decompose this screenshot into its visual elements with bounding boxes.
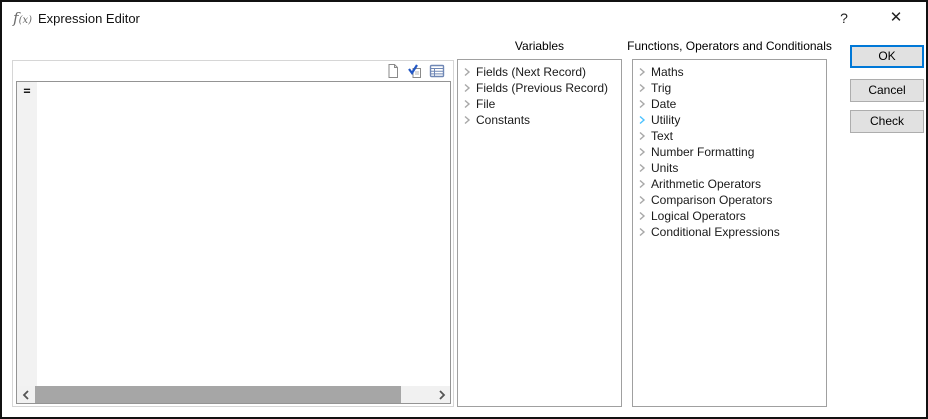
chevron-right-icon xyxy=(462,83,472,93)
chevron-right-icon xyxy=(637,195,647,205)
chevron-right-icon xyxy=(462,99,472,109)
tree-item-label: Text xyxy=(651,129,673,143)
functions-list: Maths Trig Date Utility Text Number Form… xyxy=(632,59,827,407)
tree-item-constants[interactable]: Constants xyxy=(458,112,621,128)
tree-item-file[interactable]: File xyxy=(458,96,621,112)
chevron-right-icon xyxy=(637,67,647,77)
horizontal-scrollbar[interactable] xyxy=(17,386,450,403)
expression-panel: = =if ([Lithology]="DD" & ([Pb_ppm]>60 |… xyxy=(12,60,454,407)
chevron-right-icon xyxy=(637,227,647,237)
variables-label: Variables xyxy=(457,39,622,53)
tree-item-comparison-operators[interactable]: Comparison Operators xyxy=(633,192,826,208)
tree-item-utility[interactable]: Utility xyxy=(633,112,826,128)
chevron-right-icon xyxy=(637,179,647,189)
expression-gutter: = xyxy=(17,82,38,386)
tree-item-label: Arithmetic Operators xyxy=(651,177,761,191)
help-button[interactable]: ? xyxy=(828,6,860,30)
expression-line[interactable]: =if ([Lithology]="DD" & ([Pb_ppm]>60 | [… xyxy=(40,84,450,100)
tree-item-label: File xyxy=(476,97,495,111)
tree-item-arithmetic-operators[interactable]: Arithmetic Operators xyxy=(633,176,826,192)
chevron-right-icon xyxy=(637,99,647,109)
gutter-equals-label: = xyxy=(17,84,37,98)
expression-input[interactable]: = =if ([Lithology]="DD" & ([Pb_ppm]>60 |… xyxy=(16,81,451,404)
check-expression-icon[interactable] xyxy=(407,63,423,79)
tree-item-fields-previous-record[interactable]: Fields (Previous Record) xyxy=(458,80,621,96)
title-bar: f(x) Expression Editor ? ✕ xyxy=(2,2,926,34)
check-button[interactable]: Check xyxy=(850,110,924,133)
tree-item-label: Comparison Operators xyxy=(651,193,772,207)
fx-icon: f(x) xyxy=(13,9,32,27)
tree-item-conditional-expressions[interactable]: Conditional Expressions xyxy=(633,224,826,240)
functions-label: Functions, Operators and Conditionals xyxy=(627,39,832,53)
tree-item-number-formatting[interactable]: Number Formatting xyxy=(633,144,826,160)
tree-item-logical-operators[interactable]: Logical Operators xyxy=(633,208,826,224)
variables-list: Fields (Next Record) Fields (Previous Re… xyxy=(457,59,622,407)
cancel-button[interactable]: Cancel xyxy=(850,79,924,102)
scroll-right-arrow-icon[interactable] xyxy=(433,386,450,403)
tree-item-maths[interactable]: Maths xyxy=(633,64,826,80)
chevron-right-icon xyxy=(462,115,472,125)
tree-item-text[interactable]: Text xyxy=(633,128,826,144)
tree-item-label: Constants xyxy=(476,113,530,127)
tree-item-trig[interactable]: Trig xyxy=(633,80,826,96)
insert-field-grid-icon[interactable] xyxy=(429,63,445,79)
expression-toolbar xyxy=(13,61,453,80)
tree-item-label: Date xyxy=(651,97,676,111)
tree-item-label: Conditional Expressions xyxy=(651,225,780,239)
expression-editor-dialog: f(x) Expression Editor ? ✕ xyxy=(0,0,928,419)
tree-item-label: Number Formatting xyxy=(651,145,754,159)
tree-item-units[interactable]: Units xyxy=(633,160,826,176)
chevron-right-icon xyxy=(637,131,647,141)
chevron-right-icon xyxy=(462,67,472,77)
scrollbar-thumb[interactable] xyxy=(35,386,401,403)
tree-item-label: Logical Operators xyxy=(651,209,746,223)
chevron-right-icon xyxy=(637,211,647,221)
tree-item-fields-next-record[interactable]: Fields (Next Record) xyxy=(458,64,621,80)
new-expression-icon[interactable] xyxy=(385,63,401,79)
tree-item-label: Units xyxy=(651,161,678,175)
tree-item-label: Trig xyxy=(651,81,671,95)
ok-button[interactable]: OK xyxy=(850,45,924,68)
tree-item-label: Utility xyxy=(651,113,680,127)
chevron-right-icon xyxy=(637,147,647,157)
tree-item-date[interactable]: Date xyxy=(633,96,826,112)
close-button[interactable]: ✕ xyxy=(880,6,912,30)
chevron-right-icon xyxy=(637,115,647,125)
chevron-right-icon xyxy=(637,83,647,93)
tree-item-label: Fields (Previous Record) xyxy=(476,81,608,95)
tree-item-label: Maths xyxy=(651,65,684,79)
tree-item-label: Fields (Next Record) xyxy=(476,65,586,79)
chevron-right-icon xyxy=(637,163,647,173)
scroll-left-arrow-icon[interactable] xyxy=(17,386,34,403)
window-title: Expression Editor xyxy=(38,11,140,26)
